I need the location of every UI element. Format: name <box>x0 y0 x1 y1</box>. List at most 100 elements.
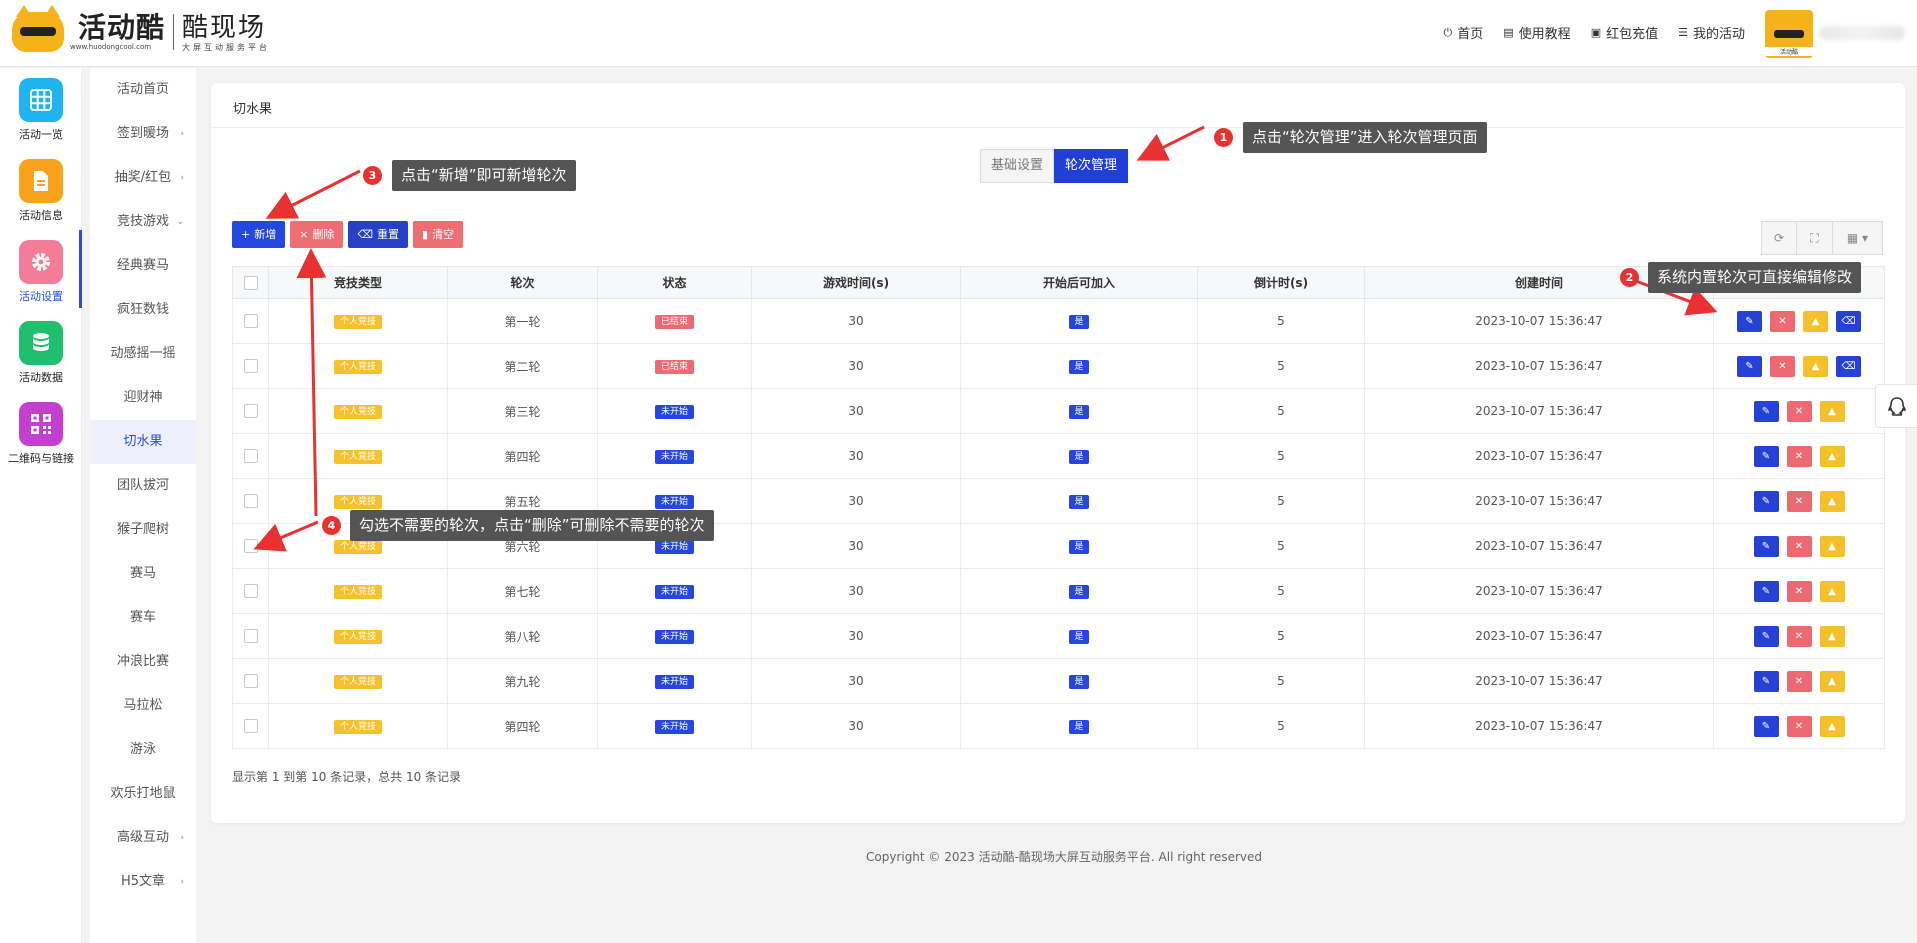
reset-icon[interactable]: ⌫ <box>1836 355 1861 377</box>
user-icon[interactable]: ▲ <box>1819 670 1845 692</box>
nav-tutorial[interactable]: ▤ 使用教程 <box>1503 23 1570 42</box>
qq-support-icon[interactable] <box>1875 384 1917 428</box>
row-checkbox[interactable] <box>243 539 258 554</box>
submenu-item[interactable]: 疯狂数钱 <box>90 288 196 332</box>
row-checkbox[interactable] <box>243 449 258 464</box>
reset-button[interactable]: ⌫ 重置 <box>348 221 408 248</box>
column-header[interactable]: 竞技类型 <box>268 266 448 299</box>
row-checkbox[interactable] <box>243 629 258 644</box>
submenu-item[interactable]: 赛车 <box>90 596 196 640</box>
submenu-item[interactable]: 赛马 <box>90 552 196 596</box>
submenu-item[interactable]: 迎财神 <box>90 376 196 420</box>
submenu-item[interactable]: 活动首页 <box>90 68 196 112</box>
submenu-item[interactable]: 切水果 <box>90 420 196 464</box>
submenu-item[interactable]: 冲浪比赛 <box>90 640 196 684</box>
edit-icon[interactable]: ✎ <box>1753 715 1779 737</box>
submenu-item[interactable]: 动感摇一摇 <box>90 332 196 376</box>
row-checkbox[interactable] <box>243 674 258 689</box>
delete-button[interactable]: × 删除 <box>290 221 344 248</box>
submenu-item[interactable]: H5文章 › <box>90 860 196 904</box>
nav-home[interactable]: ⏻ 首页 <box>1444 23 1484 43</box>
column-header[interactable]: 开始后可加入 <box>960 266 1198 299</box>
tab-round-management[interactable]: 轮次管理 <box>1054 149 1129 183</box>
row-checkbox[interactable] <box>243 584 258 599</box>
submenu-item[interactable]: 欢乐打地鼠 <box>90 772 196 816</box>
edit-icon[interactable]: ✎ <box>1753 490 1779 512</box>
user-icon[interactable]: ▲ <box>1819 490 1845 512</box>
reset-icon[interactable]: ⌫ <box>1836 310 1861 332</box>
delete-icon[interactable]: ✕ <box>1786 400 1812 422</box>
delete-icon[interactable]: ✕ <box>1786 625 1812 647</box>
delete-icon[interactable]: ✕ <box>1786 445 1812 467</box>
user-icon[interactable]: ▲ <box>1819 535 1845 557</box>
row-checkbox[interactable] <box>243 404 258 419</box>
sidebar-item-settings[interactable]: 活动设置 <box>0 230 82 310</box>
type-badge: 个人竞技 <box>333 720 382 734</box>
delete-icon[interactable]: ✕ <box>1786 580 1812 602</box>
row-checkbox[interactable] <box>243 359 258 374</box>
edit-icon[interactable]: ✎ <box>1737 355 1762 377</box>
user-icon[interactable]: ▲ <box>1803 355 1828 377</box>
submenu-item[interactable]: 团队拔河 <box>90 464 196 508</box>
delete-icon[interactable]: ✕ <box>1770 355 1795 377</box>
avatar[interactable]: 活动酷 <box>1765 10 1813 58</box>
row-checkbox[interactable] <box>243 494 258 509</box>
nav-my-activities[interactable]: ☰ 我的活动 <box>1678 23 1745 42</box>
user-icon[interactable]: ▲ <box>1803 310 1828 332</box>
username-blurred[interactable] <box>1819 26 1905 40</box>
user-icon[interactable]: ▲ <box>1819 400 1845 422</box>
edit-icon[interactable]: ✎ <box>1753 670 1779 692</box>
delete-icon[interactable]: ✕ <box>1786 670 1812 692</box>
countdown-cell: 5 <box>1197 298 1365 344</box>
delete-icon[interactable]: ✕ <box>1786 715 1812 737</box>
tab-basic-settings[interactable]: 基础设置 <box>980 149 1055 183</box>
edit-icon[interactable]: ✎ <box>1737 310 1762 332</box>
clear-button[interactable]: ▮ 清空 <box>413 221 464 248</box>
submenu-item[interactable]: 游泳 <box>90 728 196 772</box>
status-badge: 未开始 <box>654 405 694 419</box>
delete-icon[interactable]: ✕ <box>1786 490 1812 512</box>
round-cell: 第三轮 <box>447 388 598 434</box>
column-header[interactable]: 游戏时间(s) <box>751 266 961 299</box>
delete-icon[interactable]: ✕ <box>1786 535 1812 557</box>
sidebar-item-overview[interactable]: 活动一览 <box>0 68 82 148</box>
submenu-item[interactable]: 抽奖/红包 › <box>90 156 196 200</box>
sidebar-item-label: 二维码与链接 <box>8 452 74 465</box>
sidebar-item-data[interactable]: 活动数据 <box>0 311 82 391</box>
edit-icon[interactable]: ✎ <box>1753 400 1779 422</box>
column-header[interactable]: 倒计时(s) <box>1197 266 1365 299</box>
edit-icon[interactable]: ✎ <box>1753 580 1779 602</box>
edit-icon[interactable]: ✎ <box>1753 535 1779 557</box>
row-checkbox[interactable] <box>243 314 258 329</box>
submenu-item[interactable]: 经典赛马 <box>90 244 196 288</box>
fullscreen-icon[interactable]: ⛶ <box>1797 221 1833 255</box>
add-button[interactable]: + 新增 <box>232 221 286 248</box>
submenu-item[interactable]: 竞技游戏 ⌄ <box>90 200 196 244</box>
delete-icon[interactable]: ✕ <box>1770 310 1795 332</box>
columns-toggle-icon[interactable]: ▦ ▾ <box>1833 221 1883 255</box>
game-time-cell: 30 <box>751 343 961 389</box>
edit-icon[interactable]: ✎ <box>1753 625 1779 647</box>
column-header[interactable]: 轮次 <box>447 266 598 299</box>
user-icon[interactable]: ▲ <box>1819 580 1845 602</box>
sidebar-item-info[interactable]: 活动信息 <box>0 149 82 229</box>
refresh-icon[interactable]: ⟳ <box>1761 221 1797 255</box>
submenu-item[interactable]: 猴子爬树 <box>90 508 196 552</box>
round-cell: 第二轮 <box>447 343 598 389</box>
row-checkbox[interactable] <box>243 719 258 734</box>
user-icon[interactable]: ▲ <box>1819 715 1845 737</box>
submenu-item[interactable]: 签到暖场 › <box>90 112 196 156</box>
column-header[interactable]: 状态 <box>597 266 752 299</box>
sidebar-item-qrcode[interactable]: 二维码与链接 <box>0 392 82 472</box>
nav-recharge[interactable]: ▣ 红包充值 <box>1591 23 1658 42</box>
select-all-checkbox[interactable] <box>243 275 258 290</box>
user-icon[interactable]: ▲ <box>1819 625 1845 647</box>
edit-icon[interactable]: ✎ <box>1753 445 1779 467</box>
row-select-cell <box>232 658 269 704</box>
submenu-item[interactable]: 马拉松 <box>90 684 196 728</box>
created-cell: 2023-10-07 15:36:47 <box>1364 613 1714 659</box>
book-icon: ▤ <box>1503 26 1514 39</box>
logo[interactable]: 活动酷 www.huodongcool.com 酷现场 大屏互动服务平台 <box>12 5 270 52</box>
gear-icon <box>19 240 63 284</box>
user-icon[interactable]: ▲ <box>1819 445 1845 467</box>
